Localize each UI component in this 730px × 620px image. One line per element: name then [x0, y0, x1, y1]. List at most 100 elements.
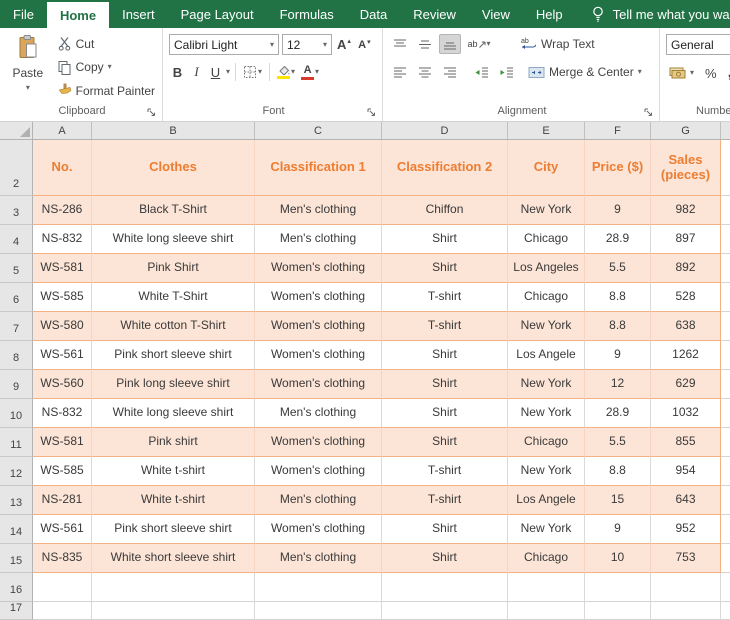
cell-C9[interactable]: Women's clothing — [255, 370, 382, 399]
row-number-17[interactable]: 17 — [0, 602, 33, 620]
merge-center-caret[interactable]: ▾ — [638, 68, 642, 76]
comma-style-button[interactable]: , — [725, 63, 730, 83]
cell-E15[interactable]: Chicago — [508, 544, 585, 573]
copy-dropdown-caret[interactable]: ▾ — [108, 63, 112, 71]
cell-A6[interactable]: WS-585 — [33, 283, 92, 312]
clipboard-dialog-launcher-icon[interactable] — [146, 107, 157, 118]
cell-F7[interactable]: 8.8 — [585, 312, 651, 341]
row-number-13[interactable]: 13 — [0, 486, 33, 515]
cell-A13[interactable]: NS-281 — [33, 486, 92, 515]
cell-D14[interactable]: Shirt — [382, 515, 508, 544]
row-number-12[interactable]: 12 — [0, 457, 33, 486]
paste-dropdown-caret[interactable]: ▾ — [26, 84, 30, 92]
cell-E9[interactable]: New York — [508, 370, 585, 399]
cell-G14[interactable]: 952 — [651, 515, 721, 544]
cell-F8[interactable]: 9 — [585, 341, 651, 370]
borders-button[interactable]: ▾ — [241, 62, 264, 82]
row-number-10[interactable]: 10 — [0, 399, 33, 428]
cell-B2[interactable]: Clothes — [92, 140, 255, 196]
cell-G11[interactable]: 855 — [651, 428, 721, 457]
cell-G13[interactable]: 643 — [651, 486, 721, 515]
cell-C3[interactable]: Men's clothing — [255, 196, 382, 225]
cell-G4[interactable]: 897 — [651, 225, 721, 254]
cell-E14[interactable]: New York — [508, 515, 585, 544]
font-name-select[interactable]: Calibri Light ▾ — [169, 34, 279, 55]
underline-caret[interactable]: ▾ — [226, 68, 230, 76]
cell-A2[interactable]: No. — [33, 140, 92, 196]
percent-style-button[interactable]: % — [702, 65, 720, 82]
cell-A11[interactable]: WS-581 — [33, 428, 92, 457]
font-size-select[interactable]: 12 ▾ — [282, 34, 332, 55]
cell-B4[interactable]: White long sleeve shirt — [92, 225, 255, 254]
cell-C13[interactable]: Men's clothing — [255, 486, 382, 515]
cell-F2[interactable]: Price ($) — [585, 140, 651, 196]
cell-C8[interactable]: Women's clothing — [255, 341, 382, 370]
cell-C14[interactable]: Women's clothing — [255, 515, 382, 544]
cell-D9[interactable]: Shirt — [382, 370, 508, 399]
cell-B9[interactable]: Pink long sleeve shirt — [92, 370, 255, 399]
cell-G17[interactable] — [651, 602, 721, 620]
row-number-16[interactable]: 16 — [0, 573, 33, 602]
column-header-a[interactable]: A — [33, 122, 92, 139]
column-header-b[interactable]: B — [92, 122, 255, 139]
align-right-button[interactable] — [439, 62, 461, 82]
orientation-button[interactable]: ab ▾ — [464, 34, 494, 54]
cell-C12[interactable]: Women's clothing — [255, 457, 382, 486]
number-format-select[interactable]: General — [666, 34, 730, 55]
tab-data[interactable]: Data — [347, 0, 400, 28]
cell-E7[interactable]: New York — [508, 312, 585, 341]
cell-B5[interactable]: Pink Shirt — [92, 254, 255, 283]
row-number-6[interactable]: 6 — [0, 283, 33, 312]
font-color-button[interactable]: A ▾ — [299, 62, 321, 82]
paste-button[interactable]: Paste ▾ — [6, 32, 50, 104]
merge-center-button[interactable]: Merge & Center ▾ — [528, 65, 642, 79]
align-middle-button[interactable] — [414, 34, 436, 54]
cell-G5[interactable]: 892 — [651, 254, 721, 283]
row-number-9[interactable]: 9 — [0, 370, 33, 399]
cell-E17[interactable] — [508, 602, 585, 620]
cell-D3[interactable]: Chiffon — [382, 196, 508, 225]
row-number-7[interactable]: 7 — [0, 312, 33, 341]
cell-E5[interactable]: Los Angeles — [508, 254, 585, 283]
tab-home[interactable]: Home — [46, 2, 110, 28]
increase-indent-button[interactable] — [495, 62, 517, 82]
cell-G3[interactable]: 982 — [651, 196, 721, 225]
cell-C6[interactable]: Women's clothing — [255, 283, 382, 312]
column-header-g[interactable]: G — [651, 122, 721, 139]
cell-D16[interactable] — [382, 573, 508, 602]
cell-A16[interactable] — [33, 573, 92, 602]
row-number-15[interactable]: 15 — [0, 544, 33, 573]
cell-F5[interactable]: 5.5 — [585, 254, 651, 283]
accounting-format-button[interactable]: ▾ — [666, 65, 697, 81]
wrap-text-button[interactable]: ab Wrap Text — [521, 37, 595, 51]
column-header-f[interactable]: F — [585, 122, 651, 139]
cell-D11[interactable]: Shirt — [382, 428, 508, 457]
increase-font-button[interactable]: A ▴ — [335, 35, 353, 55]
cell-A12[interactable]: WS-585 — [33, 457, 92, 486]
cell-B11[interactable]: Pink shirt — [92, 428, 255, 457]
cell-G2[interactable]: Sales (pieces) — [651, 140, 721, 196]
cell-B7[interactable]: White cotton T-Shirt — [92, 312, 255, 341]
font-dialog-launcher-icon[interactable] — [366, 107, 377, 118]
row-number-3[interactable]: 3 — [0, 196, 33, 225]
cell-B6[interactable]: White T-Shirt — [92, 283, 255, 312]
cell-A17[interactable] — [33, 602, 92, 620]
tab-insert[interactable]: Insert — [109, 0, 168, 28]
cell-G12[interactable]: 954 — [651, 457, 721, 486]
cell-B16[interactable] — [92, 573, 255, 602]
cell-F3[interactable]: 9 — [585, 196, 651, 225]
row-number-5[interactable]: 5 — [0, 254, 33, 283]
tab-formulas[interactable]: Formulas — [267, 0, 347, 28]
cell-E16[interactable] — [508, 573, 585, 602]
cell-E4[interactable]: Chicago — [508, 225, 585, 254]
cell-G6[interactable]: 528 — [651, 283, 721, 312]
cell-B10[interactable]: White long sleeve shirt — [92, 399, 255, 428]
cell-F4[interactable]: 28.9 — [585, 225, 651, 254]
cell-G15[interactable]: 753 — [651, 544, 721, 573]
cell-G16[interactable] — [651, 573, 721, 602]
cell-D12[interactable]: T-shirt — [382, 457, 508, 486]
cell-A4[interactable]: NS-832 — [33, 225, 92, 254]
cell-E13[interactable]: Los Angele — [508, 486, 585, 515]
copy-button[interactable]: Copy ▾ — [54, 59, 158, 76]
alignment-dialog-launcher-icon[interactable] — [643, 107, 654, 118]
